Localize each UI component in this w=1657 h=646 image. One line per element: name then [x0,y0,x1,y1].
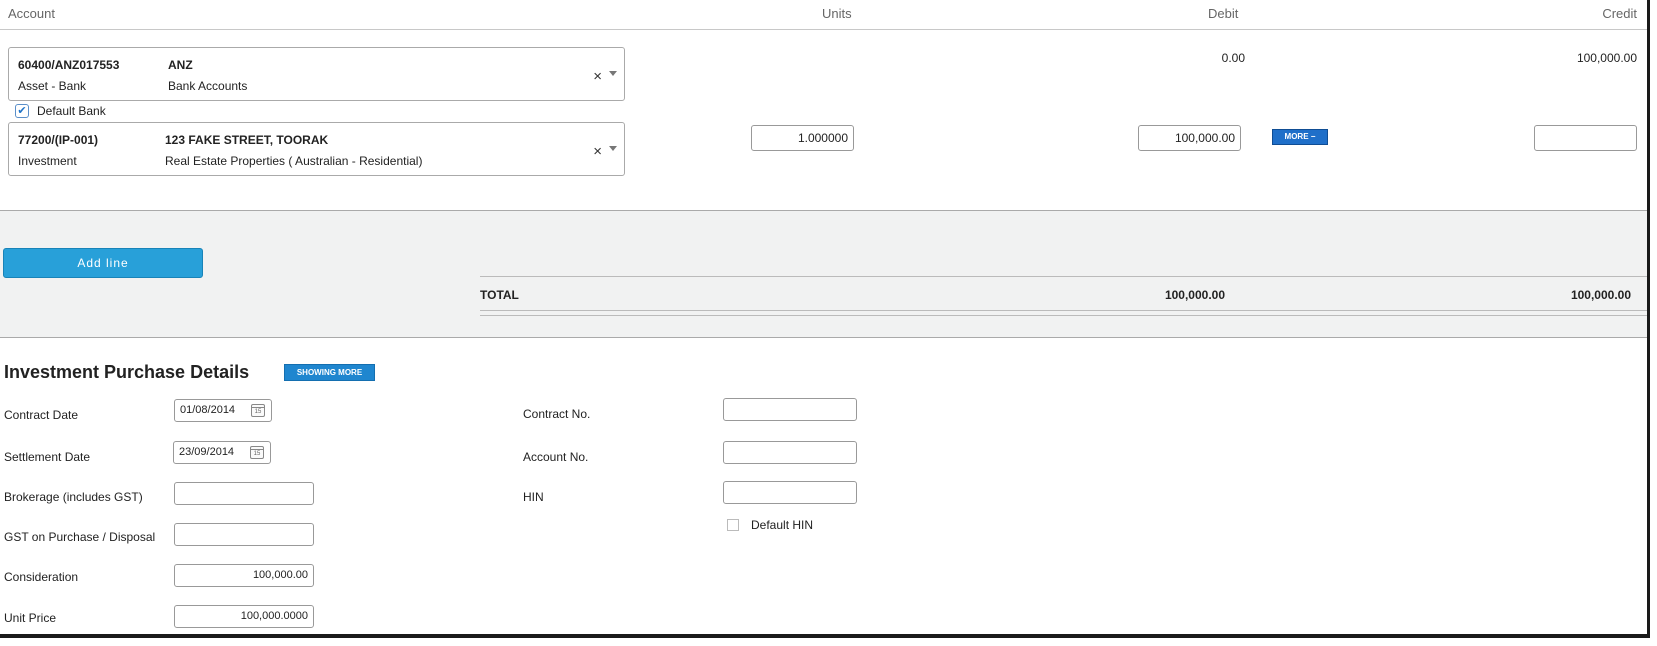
account-name: 123 FAKE STREET, TOORAK [165,133,329,147]
contract-date-field[interactable]: 01/08/2014 15 [174,399,272,422]
totals-band: Add line TOTAL 100,000.00 100,000.00 [0,210,1647,338]
account-type: Asset - Bank [18,79,87,93]
settlement-date-label: Settlement Date [4,450,91,464]
gst-input[interactable] [174,523,314,546]
contract-no-label: Contract No. [523,407,591,421]
column-header-account: Account [8,6,55,21]
clear-icon[interactable]: × [593,143,602,160]
credit-input[interactable] [1534,125,1637,151]
calendar-icon[interactable]: 15 [250,446,264,459]
account-selector-investment[interactable]: 77200/(IP-001) 123 FAKE STREET, TOORAK I… [8,122,625,176]
default-bank-option[interactable]: ✔ Default Bank [15,104,106,118]
total-row: TOTAL 100,000.00 100,000.00 [480,276,1647,316]
total-debit-value: 100,000.00 [1164,288,1225,302]
default-hin-option[interactable]: Default HIN [727,518,813,532]
column-header-row: Account Units Debit Credit [0,0,1647,30]
account-category: Real Estate Properties ( Australian - Re… [165,154,423,168]
default-hin-label: Default HIN [751,518,814,532]
column-header-debit: Debit [1208,6,1239,21]
showing-more-button[interactable]: SHOWING MORE [284,364,375,381]
account-no-input[interactable] [723,441,857,464]
account-type: Investment [18,154,77,168]
contract-date-value: 01/08/2014 [180,404,236,416]
more-button[interactable]: MORE − [1272,129,1328,145]
contract-date-label: Contract Date [4,408,79,422]
settlement-date-field[interactable]: 23/09/2014 15 [173,441,271,464]
contract-no-input[interactable] [723,398,857,421]
brokerage-label: Brokerage (includes GST) [4,490,143,504]
account-category: Bank Accounts [168,79,248,93]
settlement-date-value: 23/09/2014 [179,446,235,458]
line-credit-value: 100,000.00 [1576,51,1637,65]
total-label: TOTAL [480,288,519,302]
unit-price-input[interactable]: 100,000.0000 [174,605,314,628]
consideration-input[interactable]: 100,000.00 [174,564,314,587]
section-title: Investment Purchase Details [4,362,250,382]
account-code: 60400/ANZ017553 [18,58,120,72]
account-selector-bank[interactable]: 60400/ANZ017553 ANZ Asset - Bank Bank Ac… [8,47,625,101]
hin-label: HIN [523,490,544,504]
account-name: ANZ [168,58,193,72]
hin-input[interactable] [723,481,857,504]
gst-label: GST on Purchase / Disposal [4,530,156,544]
debit-input[interactable]: 100,000.00 [1138,125,1241,151]
account-code: 77200/(IP-001) [18,133,99,147]
calendar-icon[interactable]: 15 [251,404,265,417]
default-bank-checkbox[interactable]: ✔ [15,104,29,118]
default-hin-checkbox[interactable] [727,519,739,531]
units-input[interactable]: 1.000000 [751,125,854,151]
brokerage-input[interactable] [174,482,314,505]
total-credit-value: 100,000.00 [1570,288,1631,302]
add-line-button[interactable]: Add line [3,248,203,278]
clear-icon[interactable]: × [593,68,602,85]
chevron-down-icon[interactable] [609,71,617,76]
line-debit-value: 0.00 [1221,51,1245,65]
chevron-down-icon[interactable] [609,146,617,151]
consideration-label: Consideration [4,570,79,584]
column-header-units: Units [822,6,852,21]
journal-entry-panel: Account Units Debit Credit 60400/ANZ0175… [0,0,1650,638]
account-no-label: Account No. [523,450,589,464]
default-bank-label: Default Bank [37,104,106,118]
column-header-credit: Credit [1602,6,1637,21]
unit-price-label: Unit Price [4,611,57,625]
